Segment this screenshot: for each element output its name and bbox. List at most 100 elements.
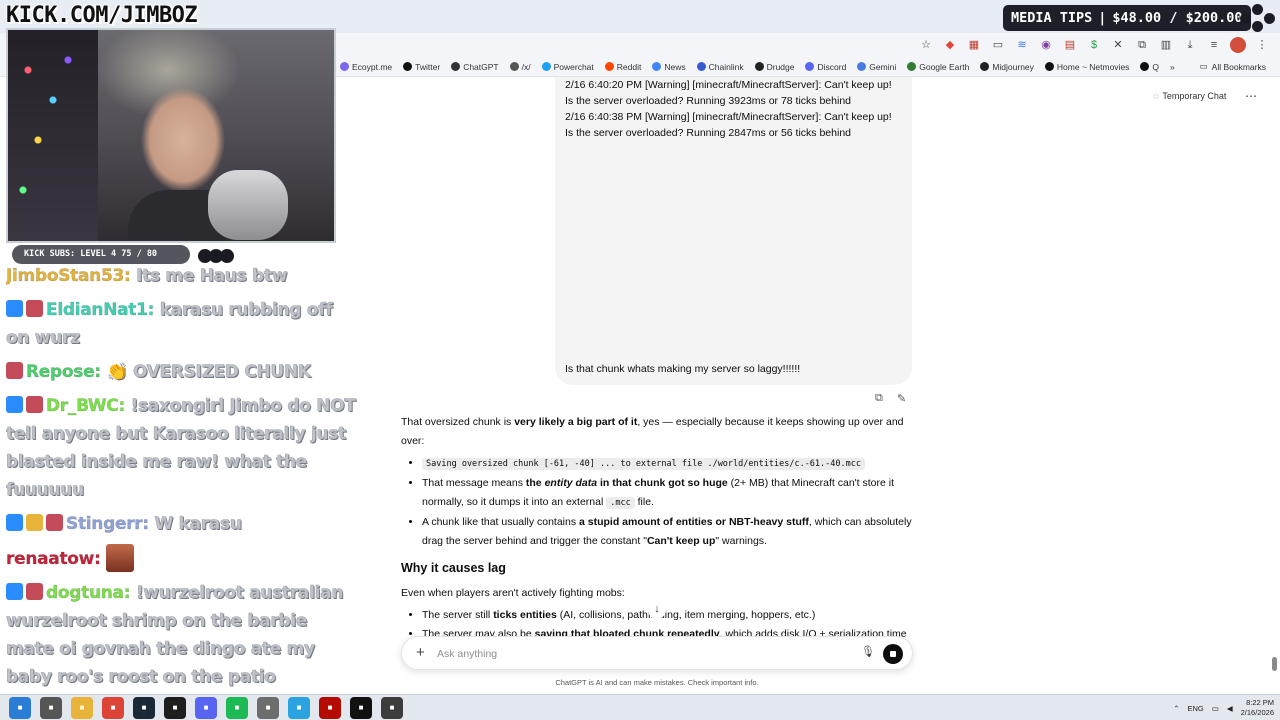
bookmark-label: Discord	[817, 61, 847, 72]
all-bookmarks-button[interactable]: ▭ All Bookmarks	[1200, 61, 1266, 72]
extension-icon[interactable]: ◆	[942, 37, 958, 53]
log-line: Is the server overloaded? Running 2847ms…	[565, 127, 852, 139]
temporary-chat-label: Temporary Chat	[1162, 91, 1227, 101]
chat-username: Repose:	[26, 362, 102, 383]
chevron-up-icon[interactable]: ⌃	[1173, 704, 1179, 713]
bookmark-label: Drudge	[766, 61, 795, 72]
extension-green-icon[interactable]: $	[1086, 37, 1102, 53]
cursor-app-icon[interactable]: ■	[350, 696, 372, 719]
bookmark-item[interactable]: Gemini	[857, 62, 896, 72]
bookmark-item[interactable]: ChatGPT	[451, 61, 499, 72]
side-panel-icon[interactable]: ▥	[1158, 37, 1174, 53]
bookmark-label: Ecoypt.me	[352, 61, 393, 72]
extension-x-icon[interactable]: ✕	[1110, 37, 1126, 53]
extension-tool-icon[interactable]: ▤	[1062, 37, 1078, 53]
stop-button[interactable]	[883, 644, 903, 664]
bookmark-item[interactable]: Q	[1140, 62, 1159, 72]
q-icon	[1140, 62, 1150, 71]
language-indicator[interactable]: ENG	[1187, 704, 1203, 713]
scrollbar-thumb[interactable]	[1272, 657, 1277, 671]
chat-username: EldianNat1:	[46, 300, 155, 321]
extension-vpn-icon[interactable]: ◉	[1038, 37, 1054, 53]
minecraft-icon[interactable]: ■	[381, 696, 403, 719]
copy-icon[interactable]: ⧉	[875, 392, 883, 405]
disclaimer-text: ChatGPT is AI and can make mistakes. Che…	[555, 678, 759, 687]
chat-badge-icon	[26, 396, 43, 413]
bookmark-item[interactable]: Home ~ Netmovies	[1044, 61, 1130, 72]
bookmark-label: Chainlink	[708, 61, 744, 72]
bookmark-label: Midjourney	[992, 61, 1034, 72]
bookmark-item[interactable]: /x/	[509, 62, 531, 72]
adobe-icon[interactable]: ■	[319, 696, 341, 719]
bookmark-item[interactable]: Ecoypt.me	[340, 62, 392, 72]
bookmark-item[interactable]: Powerchat	[541, 61, 594, 72]
chat-username: Dr_BWC:	[46, 396, 126, 417]
game-icon[interactable]: ■	[257, 696, 279, 719]
stop-square-icon	[890, 651, 896, 657]
chat-text: Its me Haus btw	[136, 266, 288, 287]
code-snippet: Saving oversized chunk [-61, -40] ... to…	[422, 458, 865, 470]
media-tips-current: $48.00	[1112, 10, 1162, 26]
extension-cast-icon[interactable]: ▭	[990, 37, 1006, 53]
file-explorer-icon[interactable]: ■	[71, 696, 93, 719]
chat-badge-icon	[6, 396, 23, 413]
bookmark-label: Google Earth	[919, 61, 970, 72]
windows-icon[interactable]: ■	[9, 696, 31, 719]
channel-brand-overlay: KICK.COM/JIMBOZ	[6, 3, 198, 28]
bookmark-label: Powerchat	[553, 61, 594, 72]
temporary-chat-button[interactable]: ◌ Temporary Chat	[1153, 91, 1226, 101]
answer-bullets: Saving oversized chunk [-61, -40] ... to…	[422, 454, 913, 551]
terminal-icon[interactable]: ■	[164, 696, 186, 719]
discord-icon[interactable]: ■	[195, 696, 217, 719]
bookmark-item[interactable]: News	[652, 61, 686, 72]
overlay-logo-icon	[1240, 4, 1276, 32]
bookmark-star-icon[interactable]: ☆	[918, 37, 934, 53]
chat-username: Stingerr:	[66, 514, 150, 535]
more-options-icon[interactable]: ⋯	[1245, 89, 1257, 103]
bookmark-label: Home ~ Netmovies	[1056, 61, 1130, 72]
microphone-icon[interactable]: 🎙	[861, 645, 875, 658]
chainlink-icon	[696, 62, 706, 71]
bookmark-item[interactable]: Twitter	[403, 62, 440, 72]
browser-menu-icon[interactable]: ⋮	[1254, 37, 1270, 53]
scroll-down-arrow-icon[interactable]: ↓	[648, 601, 666, 619]
bookmarks-overflow-icon[interactable]: »	[1170, 62, 1175, 72]
profile-avatar-icon[interactable]	[1230, 37, 1246, 53]
bookmark-label: Q	[1152, 61, 1160, 72]
bookmark-item[interactable]: Reddit	[604, 62, 641, 72]
chat-message: Dr_BWC: !saxongirl Jimbo do NOT tell any…	[6, 392, 358, 504]
bookmark-item[interactable]: Discord	[805, 62, 846, 72]
log-line: 2/16 6:40:38 PM [Warning] [minecraft/Min…	[565, 111, 892, 123]
media-controls-icon[interactable]: ≡	[1206, 37, 1222, 53]
task-view-icon[interactable]: ■	[40, 696, 62, 719]
volume-icon[interactable]: ◀	[1227, 704, 1233, 713]
bookmark-item[interactable]: Chainlink	[696, 61, 744, 72]
clock[interactable]: 8:22 PM 2/16/2026	[1241, 698, 1274, 718]
bookmark-item[interactable]: Midjourney	[980, 62, 1034, 72]
edit-pencil-icon[interactable]: ✎	[897, 392, 906, 405]
telegram-icon[interactable]: ■	[288, 696, 310, 719]
play-icon	[1044, 62, 1054, 71]
list-item: That message means the entity data in th…	[422, 474, 913, 513]
extension-calendar-icon[interactable]: ▦	[966, 37, 982, 53]
chrome-icon[interactable]: ■	[102, 696, 124, 719]
bookmark-label: ChatGPT	[463, 61, 499, 72]
spotify-icon[interactable]: ■	[226, 696, 248, 719]
user-message-bubble: 2/16 6:40:20 PM [Warning] [minecraft/Min…	[555, 77, 912, 385]
page-scrollbar[interactable]	[1270, 77, 1278, 692]
string-lights-background	[8, 30, 98, 241]
plus-icon[interactable]: +	[416, 644, 425, 661]
extension-wave-icon[interactable]: ≋	[1014, 37, 1030, 53]
stream-chat-overlay: JimboStan53: Its me Haus btw EldianNat1: …	[6, 262, 358, 692]
openai-icon	[451, 62, 461, 71]
prompt-input[interactable]	[437, 645, 817, 663]
bookmark-item[interactable]: Drudge	[754, 61, 795, 72]
steam-icon[interactable]: ■	[133, 696, 155, 719]
drudge-icon	[754, 62, 764, 71]
extensions-puzzle-icon[interactable]: ⧉	[1134, 37, 1150, 53]
network-icon[interactable]: ▭	[1212, 704, 1219, 713]
bookmark-label: News	[664, 61, 686, 72]
bookmark-item[interactable]: Google Earth	[907, 62, 969, 72]
chat-message: renaatow:	[6, 544, 358, 573]
downloads-icon[interactable]: ⤓	[1182, 37, 1198, 53]
